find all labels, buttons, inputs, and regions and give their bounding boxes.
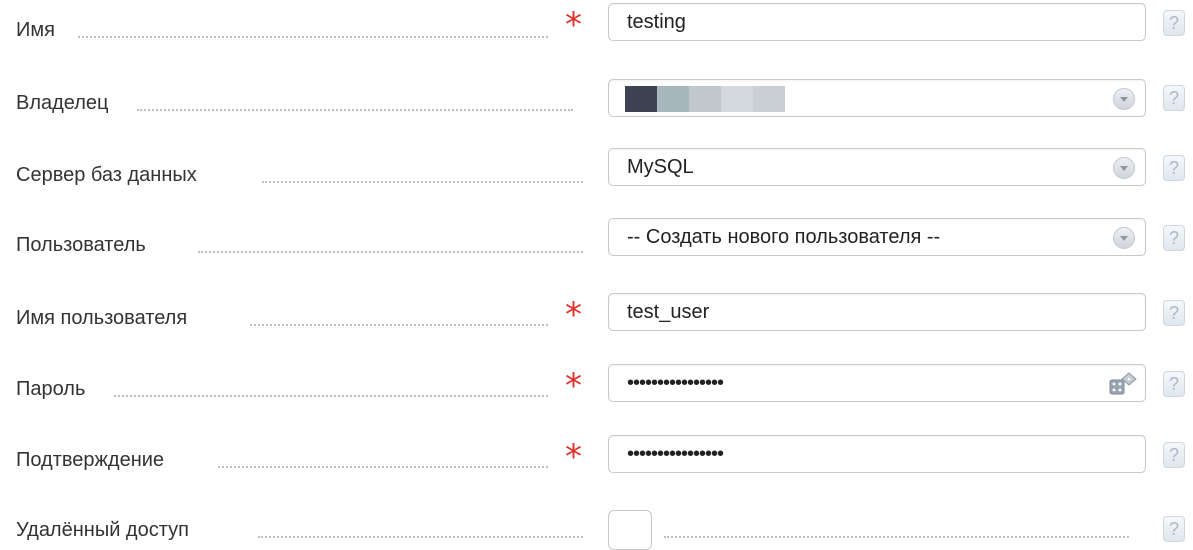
field-label-db-server: Сервер баз данных: [16, 164, 201, 187]
help-icon[interactable]: ?: [1163, 300, 1185, 326]
dotted-leader: [218, 465, 548, 468]
chevron-down-icon[interactable]: [1113, 157, 1135, 179]
field-label-name: Имя: [16, 19, 59, 42]
confirm-password-input[interactable]: ••••••••••••••••: [608, 435, 1146, 473]
field-label-username: Имя пользователя: [16, 307, 192, 330]
owner-redacted-value: [625, 86, 785, 112]
help-icon[interactable]: ?: [1163, 10, 1185, 36]
username-input[interactable]: test_user: [608, 293, 1146, 331]
form-row-name: Имя * testing ?: [0, 0, 1193, 50]
help-icon[interactable]: ?: [1163, 85, 1185, 111]
form-row-owner: Владелец ?: [0, 73, 1193, 123]
dotted-leader: [137, 108, 573, 111]
dotted-leader: [262, 180, 583, 183]
form-row-password: Пароль * •••••••••••••••• ?: [0, 359, 1193, 409]
remote-access-checkbox[interactable]: [608, 510, 652, 550]
dotted-leader: [198, 250, 583, 253]
required-marker: *: [565, 437, 582, 477]
dotted-leader: [250, 323, 548, 326]
dotted-leader: [78, 35, 548, 38]
user-select[interactable]: -- Создать нового пользователя --: [608, 218, 1146, 256]
required-marker: *: [565, 295, 582, 335]
dotted-leader: [664, 535, 1129, 538]
field-label-user: Пользователь: [16, 234, 150, 257]
db-server-select[interactable]: MySQL: [608, 148, 1146, 186]
form-row-username: Имя пользователя * test_user ?: [0, 288, 1193, 338]
form-row-confirm: Подтверждение * •••••••••••••••• ?: [0, 430, 1193, 480]
help-icon[interactable]: ?: [1163, 516, 1185, 542]
chevron-down-icon[interactable]: [1113, 88, 1135, 110]
field-label-remote-access: Удалённый доступ: [16, 519, 193, 542]
password-input[interactable]: ••••••••••••••••: [608, 364, 1146, 402]
dotted-leader: [114, 394, 548, 397]
help-icon[interactable]: ?: [1163, 442, 1185, 468]
field-label-password: Пароль: [16, 378, 90, 401]
field-label-owner: Владелец: [16, 92, 113, 115]
form-row-db-server: Сервер баз данных MySQL ?: [0, 145, 1193, 195]
form-row-remote-access: Удалённый доступ ?: [0, 500, 1193, 550]
field-label-confirm: Подтверждение: [16, 449, 169, 472]
dice-icon[interactable]: [1109, 371, 1137, 397]
chevron-down-icon[interactable]: [1113, 227, 1135, 249]
form-row-user: Пользователь -- Создать нового пользоват…: [0, 215, 1193, 265]
help-icon[interactable]: ?: [1163, 225, 1185, 251]
dotted-leader: [258, 535, 583, 538]
help-icon[interactable]: ?: [1163, 155, 1185, 181]
name-input[interactable]: testing: [608, 3, 1146, 41]
help-icon[interactable]: ?: [1163, 371, 1185, 397]
owner-select[interactable]: [608, 79, 1146, 117]
required-marker: *: [565, 366, 582, 406]
required-marker: *: [565, 5, 582, 45]
